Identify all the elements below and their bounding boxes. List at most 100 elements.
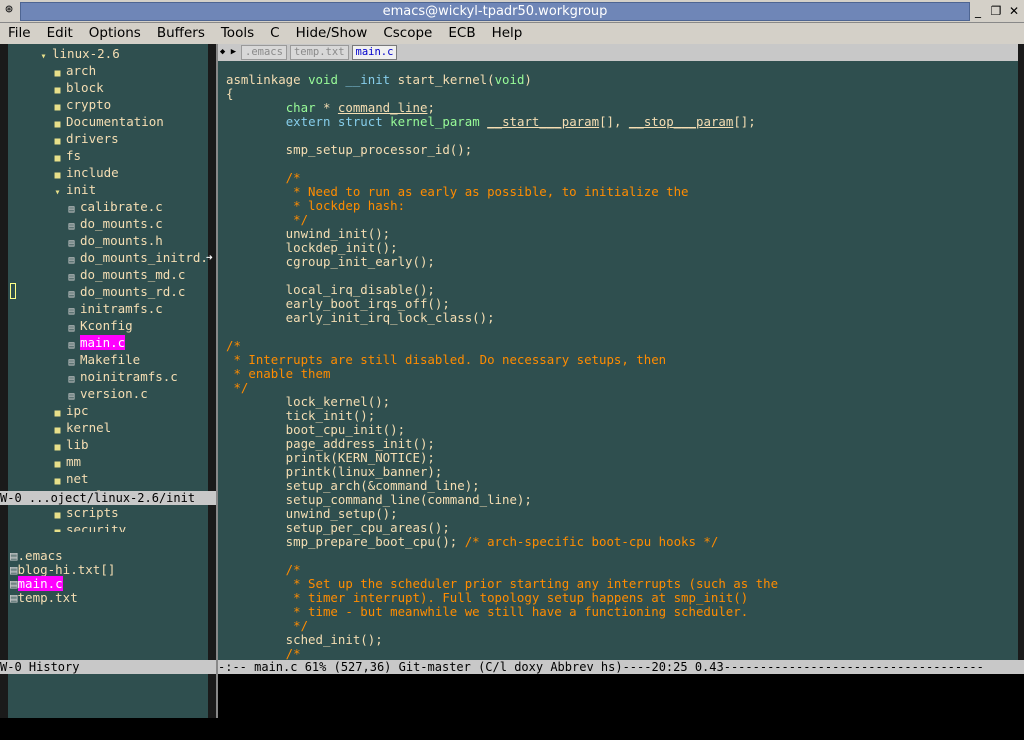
code-line[interactable]: early_boot_irqs_off(); xyxy=(226,297,450,311)
code-line[interactable]: /* xyxy=(226,647,301,661)
tree-file[interactable]: ▤ do_mounts.c xyxy=(66,215,162,232)
tree-folder[interactable]: ■ kernel xyxy=(52,419,111,436)
menu-help[interactable]: Help xyxy=(484,23,531,44)
code-token: /* xyxy=(226,170,301,185)
tree-folder[interactable]: ▾ init xyxy=(52,181,96,198)
code-line[interactable]: early_init_irq_lock_class(); xyxy=(226,311,495,325)
tree-folder[interactable]: ■security xyxy=(52,521,126,532)
code-line[interactable]: /* xyxy=(226,339,241,353)
tree-file[interactable]: ▤ noinitramfs.c xyxy=(66,368,177,385)
tree-item-label: do_mounts_initrd.c xyxy=(80,250,208,265)
code-token: boot_cpu_init(); xyxy=(226,422,406,437)
code-line[interactable]: * Set up the scheduler prior starting an… xyxy=(226,577,778,591)
tree-file[interactable]: ▤ do_mounts_md.c xyxy=(66,266,185,283)
code-line[interactable]: */ xyxy=(226,213,308,227)
tree-folder[interactable]: ■ ipc xyxy=(52,402,88,419)
code-line[interactable]: char * command_line; xyxy=(226,101,435,115)
code-line[interactable]: extern struct kernel_param __start___par… xyxy=(226,115,756,129)
menu-file[interactable]: File xyxy=(0,23,39,44)
tree-file[interactable]: ▤ initramfs.c xyxy=(66,300,162,317)
tree-file[interactable]: ▤ Kconfig xyxy=(66,317,132,334)
menu-options[interactable]: Options xyxy=(81,23,149,44)
tree-file[interactable]: ▤ calibrate.c xyxy=(66,198,162,215)
code-line[interactable]: * enable them xyxy=(226,367,330,381)
code-line[interactable]: unwind_setup(); xyxy=(226,507,398,521)
buffer-item[interactable]: ▤main.c xyxy=(10,576,63,591)
code-line[interactable]: page_address_init(); xyxy=(226,437,435,451)
code-line[interactable]: asmlinkage void __init start_kernel(void… xyxy=(226,73,532,87)
code-line[interactable]: /* xyxy=(226,171,301,185)
emacs-app-icon[interactable]: ⊛ xyxy=(2,3,16,17)
tree-file[interactable]: ▤ do_mounts.h xyxy=(66,232,162,249)
tree-file[interactable]: ▤ Makefile xyxy=(66,351,140,368)
code-line[interactable]: */ xyxy=(226,381,248,395)
maximize-button[interactable]: ❐ xyxy=(990,2,1002,20)
buffer-item[interactable]: ▤temp.txt xyxy=(10,591,78,605)
menu-edit[interactable]: Edit xyxy=(39,23,81,44)
menu-tools[interactable]: Tools xyxy=(213,23,262,44)
code-line[interactable]: printk(linux_banner); xyxy=(226,465,443,479)
tree-folder[interactable]: ■ crypto xyxy=(52,96,111,113)
code-line[interactable]: * Interrupts are still disabled. Do nece… xyxy=(226,353,666,367)
tab-main-c[interactable]: main.c xyxy=(351,45,398,60)
code-line[interactable]: * Need to run as early as possible, to i… xyxy=(226,185,688,199)
tree-folder[interactable]: ■ fs xyxy=(52,147,81,164)
code-token: unwind_setup(); xyxy=(226,506,398,521)
tree-folder[interactable]: ■ Documentation xyxy=(52,113,163,130)
code-line[interactable]: setup_per_cpu_areas(); xyxy=(226,521,450,535)
menu-ecb[interactable]: ECB xyxy=(440,23,483,44)
tab-temp-txt[interactable]: temp.txt xyxy=(289,45,349,60)
code-line[interactable]: * lockdep hash: xyxy=(226,199,405,213)
code-line[interactable]: * time - but meanwhile we still have a f… xyxy=(226,605,748,619)
code-line[interactable]: smp_setup_processor_id(); xyxy=(226,143,473,157)
code-line[interactable]: { xyxy=(226,87,233,101)
tree-file[interactable]: ▤ do_mounts_initrd.c xyxy=(66,249,208,266)
tree-folder[interactable]: ■ block xyxy=(52,79,103,96)
tree-item-label: net xyxy=(66,471,89,486)
text-cursor xyxy=(10,283,16,299)
tree-folder[interactable]: ■ mm xyxy=(52,453,81,470)
code-line[interactable]: local_irq_disable(); xyxy=(226,283,435,297)
code-line[interactable]: boot_cpu_init(); xyxy=(226,423,405,437)
close-button[interactable]: ✕ xyxy=(1008,2,1020,20)
buffer-item[interactable]: ▤.emacs xyxy=(10,549,63,563)
code-line[interactable]: unwind_init(); xyxy=(226,227,390,241)
window-titlebar: ⊛ emacs@wickyl-tpadr50.workgroup _ ❐ ✕ xyxy=(0,0,1024,23)
code-line[interactable]: cgroup_init_early(); xyxy=(226,255,435,269)
tree-file[interactable]: ▤ do_mounts_rd.c xyxy=(66,283,185,300)
tree-folder[interactable]: ■ drivers xyxy=(52,130,118,147)
code-editor[interactable]: asmlinkage void __init start_kernel(void… xyxy=(218,61,1018,660)
code-token: [], xyxy=(599,114,629,129)
tab-scroll-icon[interactable]: ◆ ▶ xyxy=(218,45,238,60)
code-line[interactable]: /* xyxy=(226,563,301,577)
tree-root[interactable]: ▾ linux-2.6 xyxy=(38,45,119,62)
vertical-scrollbar[interactable] xyxy=(1018,44,1024,660)
code-line[interactable]: setup_command_line(command_line); xyxy=(226,493,532,507)
tree-folder[interactable]: ■ include xyxy=(52,164,118,181)
minimize-button[interactable]: _ xyxy=(972,2,984,20)
code-line[interactable]: lock_kernel(); xyxy=(226,395,390,409)
tree-folder[interactable]: ■ scripts xyxy=(52,504,118,521)
folder-icon: ■ xyxy=(54,68,61,79)
tree-folder[interactable]: ■ arch xyxy=(52,62,96,79)
code-line[interactable]: smp_prepare_boot_cpu(); /* arch-specific… xyxy=(226,535,719,549)
code-line[interactable]: lockdep_init(); xyxy=(226,241,398,255)
menu-hide-show[interactable]: Hide/Show xyxy=(288,23,376,44)
code-line[interactable]: tick_init(); xyxy=(226,409,376,423)
echo-area[interactable] xyxy=(0,718,1024,740)
menu-c[interactable]: C xyxy=(262,23,287,44)
tab-emacs[interactable]: .emacs xyxy=(241,45,287,60)
tree-folder[interactable]: ■ lib xyxy=(52,436,88,453)
menu-cscope[interactable]: Cscope xyxy=(375,23,440,44)
code-token: []; xyxy=(733,114,756,129)
code-line[interactable]: sched_init(); xyxy=(226,633,383,647)
tree-folder[interactable]: ■ net xyxy=(52,470,89,487)
tree-file[interactable]: ▤ version.c xyxy=(66,385,147,402)
code-line[interactable]: setup_arch(&command_line); xyxy=(226,479,480,493)
code-line[interactable]: */ xyxy=(226,619,308,633)
buffer-item[interactable]: ▤blog-hi.txt[] xyxy=(10,563,115,577)
menu-buffers[interactable]: Buffers xyxy=(149,23,213,44)
code-line[interactable]: * timer interrupt). Full topology setup … xyxy=(226,591,748,605)
code-line[interactable]: printk(KERN_NOTICE); xyxy=(226,451,435,465)
tree-file[interactable]: ▤ main.c xyxy=(66,334,126,351)
